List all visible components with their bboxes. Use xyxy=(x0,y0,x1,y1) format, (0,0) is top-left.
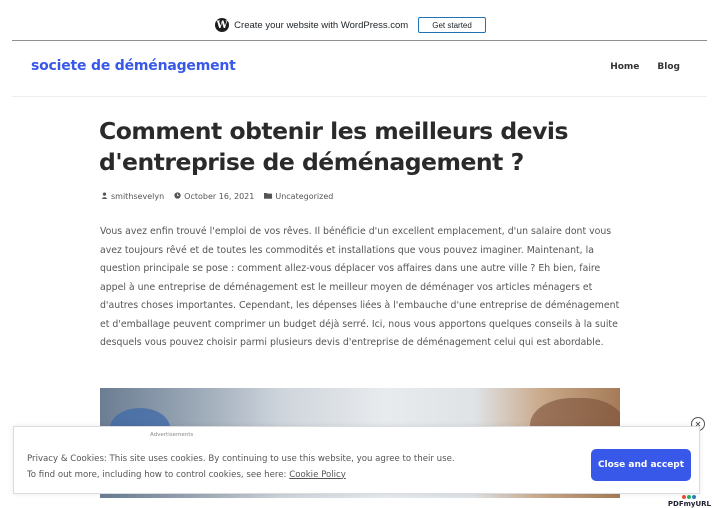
site-header: societe de déménagement Home Blog xyxy=(12,43,707,97)
meta-date: October 16, 2021 xyxy=(174,192,254,201)
meta-category: Uncategorized xyxy=(264,192,333,201)
close-and-accept-button[interactable]: Close and accept xyxy=(591,449,691,481)
cookie-line-2: To find out more, including how to contr… xyxy=(27,468,587,484)
author-link[interactable]: smithsevelyn xyxy=(111,192,164,201)
category-link[interactable]: Uncategorized xyxy=(275,192,333,201)
wordpress-logo-icon[interactable]: W xyxy=(215,18,230,32)
cookie-line-1: Privacy & Cookies: This site uses cookie… xyxy=(27,454,455,464)
meta-author: smithsevelyn xyxy=(101,192,164,201)
get-started-button[interactable]: Get started xyxy=(418,17,486,33)
post-title: Comment obtenir les meilleurs devis d'en… xyxy=(99,117,568,176)
post-meta: smithsevelyn October 16, 2021 Uncategori… xyxy=(101,192,343,201)
site-title[interactable]: societe de déménagement xyxy=(31,58,236,74)
author-icon xyxy=(101,192,108,201)
advertisements-label: Advertisements xyxy=(150,432,194,438)
wordpress-banner: W Create your website with WordPress.com… xyxy=(12,10,707,41)
nav-item-blog[interactable]: Blog xyxy=(657,62,680,72)
folder-icon xyxy=(264,192,273,201)
pdfmyurl-logo-icon xyxy=(682,495,697,499)
wordpress-banner-text[interactable]: Create your website with WordPress.com xyxy=(234,20,408,31)
date-link[interactable]: October 16, 2021 xyxy=(184,192,254,201)
cookie-line-2-prefix: To find out more, including how to contr… xyxy=(27,469,290,480)
cookie-banner: Privacy & Cookies: This site uses cookie… xyxy=(13,426,700,494)
nav-item-home[interactable]: Home xyxy=(610,62,639,72)
cookie-text: Privacy & Cookies: This site uses cookie… xyxy=(27,452,587,483)
main-nav: Home Blog xyxy=(610,62,680,72)
post-body: Vous avez enfin trouvé l'emploi de vos r… xyxy=(100,226,620,348)
cookie-policy-link[interactable]: Cookie Policy xyxy=(289,470,346,480)
pdfmyurl-label: PDFmyURL xyxy=(667,500,711,508)
clock-icon xyxy=(174,192,181,201)
pdfmyurl-badge[interactable]: PDFmyURL xyxy=(668,495,711,508)
